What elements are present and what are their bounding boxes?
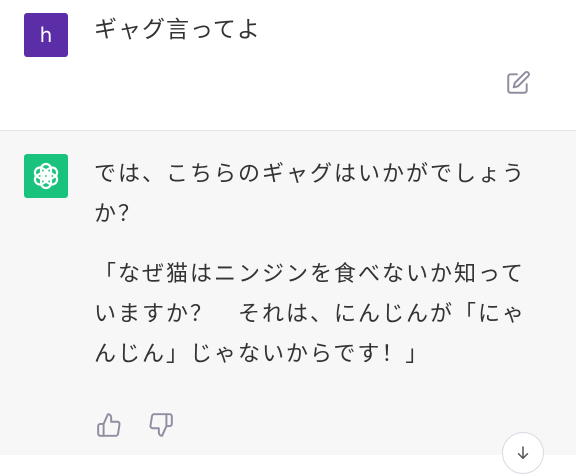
assistant-message-text: では、こちらのギャグはいかがでしょうか？ 「なぜ猫はニンジンを食べないか知ってい…: [94, 155, 534, 395]
assistant-paragraph: では、こちらのギャグはいかがでしょうか？: [94, 162, 527, 227]
thumbs-down-icon[interactable]: [148, 412, 174, 438]
user-message-row: h ギャグ言ってよ: [0, 0, 576, 130]
thumbs-up-icon[interactable]: [96, 412, 122, 438]
user-avatar: h: [24, 13, 68, 57]
edit-icon[interactable]: [505, 70, 531, 96]
scroll-down-button[interactable]: [502, 432, 544, 474]
arrow-down-icon: [517, 446, 529, 459]
assistant-paragraph: 「なぜ猫はニンジンを食べないか知っていますか？ それは、にんじんが「にゃんじん」…: [94, 262, 527, 367]
user-message-text: ギャグ言ってよ: [94, 17, 261, 43]
openai-logo-icon: [33, 162, 59, 190]
assistant-avatar: [24, 154, 68, 198]
